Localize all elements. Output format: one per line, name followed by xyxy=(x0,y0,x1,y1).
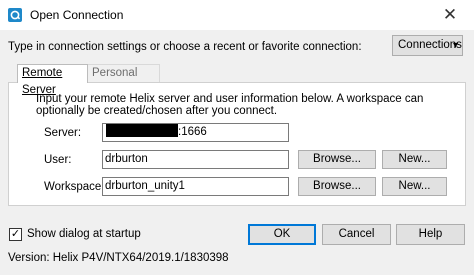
connections-dropdown-button[interactable]: Connections ▾ xyxy=(392,35,463,56)
server-label: Server: xyxy=(44,127,82,139)
user-browse-button[interactable]: Browse... xyxy=(298,150,376,169)
chevron-down-icon: ▾ xyxy=(452,40,458,51)
server-field[interactable]: :1666 xyxy=(102,123,289,142)
title-bar: Open Connection ✕ xyxy=(0,0,474,30)
workspace-field[interactable]: drburton_unity1 xyxy=(102,177,289,196)
window-title: Open Connection xyxy=(30,8,124,22)
panel-description: Input your remote Helix server and user … xyxy=(36,93,424,117)
workspace-browse-button[interactable]: Browse... xyxy=(298,177,376,196)
show-dialog-label: Show dialog at startup xyxy=(27,228,141,240)
close-icon[interactable]: ✕ xyxy=(430,3,470,27)
server-port: :1666 xyxy=(178,126,207,138)
user-new-button[interactable]: New... xyxy=(382,150,447,169)
workspace-label: Workspace: xyxy=(44,181,105,193)
helix-p4v-icon xyxy=(8,8,22,22)
user-field[interactable]: drburton xyxy=(102,150,289,169)
cancel-button[interactable]: Cancel xyxy=(322,224,391,245)
tab-remote-server[interactable]: Remote Server xyxy=(17,64,88,96)
version-text: Version: Helix P4V/NTX64/2019.1/1830398 xyxy=(8,252,229,264)
user-label: User: xyxy=(44,154,72,166)
instruction-text: Type in connection settings or choose a … xyxy=(8,41,362,53)
help-button[interactable]: Help xyxy=(396,224,465,245)
workspace-new-button[interactable]: New... xyxy=(382,177,447,196)
tab-personal-server[interactable]: Personal Server xyxy=(88,64,160,96)
redacted-server-name xyxy=(106,124,178,137)
show-dialog-checkbox[interactable]: ✓ xyxy=(9,228,22,241)
ok-button[interactable]: OK xyxy=(248,224,316,245)
